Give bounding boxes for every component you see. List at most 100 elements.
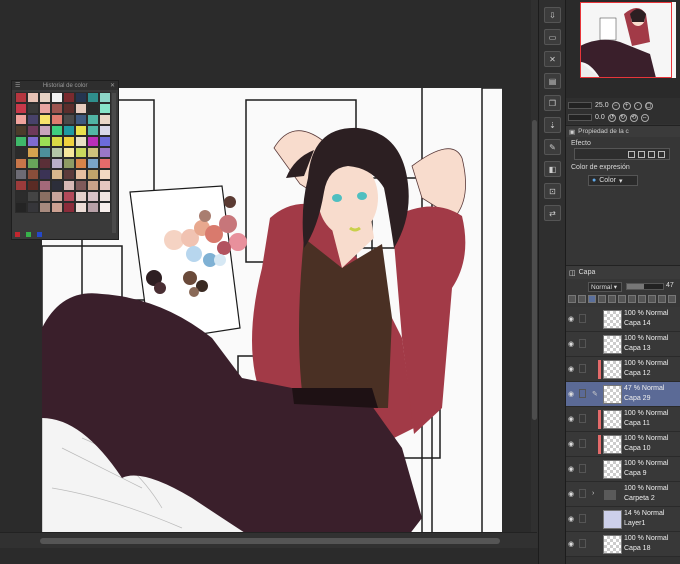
color-swatch[interactable] <box>51 202 63 213</box>
show-icon[interactable] <box>648 295 656 303</box>
color-swatch[interactable] <box>27 191 39 202</box>
color-swatch[interactable] <box>63 92 75 103</box>
color-swatch[interactable] <box>51 114 63 125</box>
canvas-horizontal-scrollbar[interactable] <box>0 532 537 548</box>
new-layer-icon[interactable] <box>658 295 666 303</box>
tab-layer[interactable]: ◫ Capa <box>566 266 680 279</box>
color-swatch[interactable] <box>51 92 63 103</box>
color-swatch[interactable] <box>63 202 75 213</box>
color-swatch[interactable] <box>63 158 75 169</box>
fit-icon[interactable]: · <box>633 101 642 110</box>
color-swatch[interactable] <box>39 92 51 103</box>
color-swatch[interactable] <box>15 92 27 103</box>
layer-export-icon[interactable]: ⇩ <box>544 7 561 23</box>
color-swatch[interactable] <box>51 147 63 158</box>
panel-title-bar[interactable]: ☰ Historial de color ✕ <box>12 81 118 90</box>
color-swatch[interactable] <box>39 191 51 202</box>
color-swatch[interactable] <box>15 191 27 202</box>
layer-lock-toggle[interactable] <box>579 414 586 423</box>
eye-icon[interactable]: ◉ <box>568 515 576 523</box>
scroll-thumb[interactable] <box>40 538 500 544</box>
view-frame[interactable] <box>580 2 672 78</box>
color-swatch[interactable] <box>87 158 99 169</box>
transfer-layer-icon[interactable]: ⇄ <box>544 205 561 221</box>
color-swatch[interactable] <box>75 114 87 125</box>
zoom-out-icon[interactable]: − <box>611 101 620 110</box>
color-swatch[interactable] <box>63 147 75 158</box>
color-swatch[interactable] <box>63 191 75 202</box>
color-swatch[interactable] <box>99 202 111 213</box>
color-swatch[interactable] <box>15 202 27 213</box>
main-color-icon[interactable] <box>15 232 20 237</box>
eye-icon[interactable]: ◉ <box>568 415 576 423</box>
copy-layer-icon[interactable]: ❐ <box>544 95 561 111</box>
color-swatch[interactable] <box>75 191 87 202</box>
color-swatch[interactable] <box>63 125 75 136</box>
color-swatch[interactable] <box>27 202 39 213</box>
canvas-vertical-scrollbar[interactable] <box>531 0 538 548</box>
color-swatch[interactable] <box>27 103 39 114</box>
color-swatch[interactable] <box>51 158 63 169</box>
eye-icon[interactable]: ◉ <box>568 340 576 348</box>
zoom-slider[interactable] <box>568 102 592 109</box>
grip-icon[interactable]: ☰ <box>15 82 20 89</box>
layer-lock-toggle[interactable] <box>579 489 586 498</box>
eye-icon[interactable]: ◉ <box>568 490 576 498</box>
reset-rotation-icon[interactable]: ⟲ <box>629 113 638 122</box>
color-swatch[interactable] <box>39 180 51 191</box>
zoom-in-icon[interactable]: + <box>622 101 631 110</box>
color-swatch[interactable] <box>27 158 39 169</box>
new-raster-layer-icon[interactable]: ▤ <box>544 73 561 89</box>
tab-layer-property[interactable]: ▣ Propiedad de la c <box>566 125 680 137</box>
expression-color-select[interactable]: ● Color ▾ <box>588 175 638 186</box>
color-swatch[interactable] <box>63 180 75 191</box>
color-swatch[interactable] <box>75 180 87 191</box>
color-swatch[interactable] <box>15 136 27 147</box>
close-icon[interactable]: ✕ <box>110 82 115 89</box>
reference-icon[interactable] <box>578 295 586 303</box>
color-swatch[interactable] <box>87 114 99 125</box>
delete-layer-icon[interactable]: ✕ <box>544 51 561 67</box>
color-swatch[interactable] <box>27 125 39 136</box>
color-swatch[interactable] <box>51 136 63 147</box>
layer-lock-toggle[interactable] <box>579 464 586 473</box>
clip-icon[interactable] <box>568 295 576 303</box>
color-swatch[interactable] <box>39 169 51 180</box>
color-swatch[interactable] <box>75 103 87 114</box>
layer-row[interactable]: ◉ 100 % Normal Capa 13 <box>566 332 680 357</box>
color-swatch[interactable] <box>75 202 87 213</box>
color-swatch[interactable] <box>39 202 51 213</box>
mask-icon[interactable] <box>618 295 626 303</box>
color-swatch[interactable] <box>27 169 39 180</box>
color-swatch[interactable] <box>99 114 111 125</box>
color-swatch[interactable] <box>51 103 63 114</box>
navigator-panel[interactable] <box>566 0 680 98</box>
color-swatch[interactable] <box>15 169 27 180</box>
chevron-right-icon[interactable]: › <box>592 490 594 497</box>
lock-icon[interactable] <box>598 295 606 303</box>
layer-row[interactable]: ◉ ✎ 47 % Normal Capa 29 <box>566 382 680 407</box>
opacity-slider[interactable] <box>626 283 664 290</box>
color-swatch[interactable] <box>39 147 51 158</box>
color-swatch[interactable] <box>39 125 51 136</box>
merge-down-icon[interactable]: ⇣ <box>544 117 561 133</box>
color-swatch[interactable] <box>27 136 39 147</box>
color-swatch[interactable] <box>51 125 63 136</box>
layer-row[interactable]: ◉ 14 % Normal Layer1 <box>566 507 680 532</box>
color-swatch[interactable] <box>27 114 39 125</box>
color-swatch[interactable] <box>87 103 99 114</box>
color-swatch[interactable] <box>75 147 87 158</box>
color-swatch[interactable] <box>87 169 99 180</box>
new-vector-layer-icon[interactable]: ✎ <box>544 139 561 155</box>
layer-row[interactable]: ◉ 100 % Normal Capa 9 <box>566 457 680 482</box>
color-swatch[interactable] <box>75 158 87 169</box>
color-swatch[interactable] <box>63 169 75 180</box>
draft-icon[interactable] <box>588 295 596 303</box>
color-swatch[interactable] <box>15 125 27 136</box>
color-swatch[interactable] <box>39 158 51 169</box>
color-swatch[interactable] <box>51 169 63 180</box>
eye-icon[interactable]: ◉ <box>568 365 576 373</box>
rotation-slider[interactable] <box>568 114 592 121</box>
eye-icon[interactable]: ◉ <box>568 440 576 448</box>
color-swatch[interactable] <box>99 103 111 114</box>
